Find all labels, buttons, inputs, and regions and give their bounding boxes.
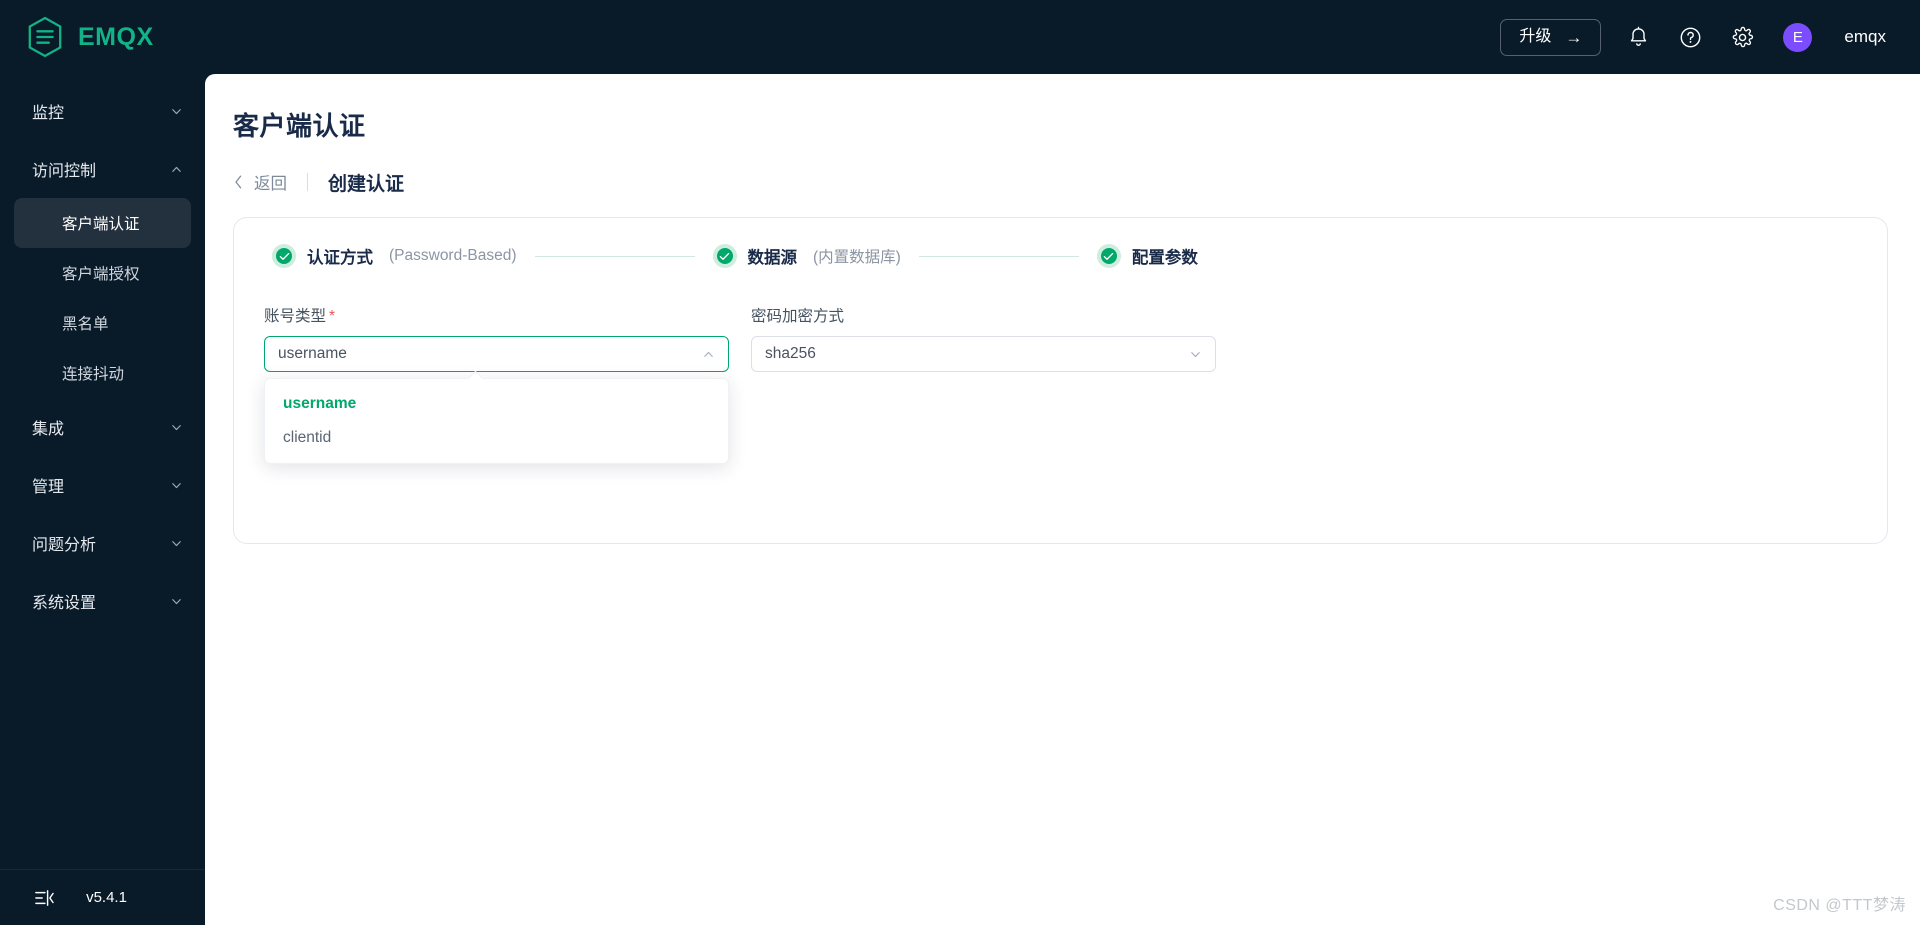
password-hash-select[interactable]: sha256 bbox=[751, 336, 1216, 372]
step-done-icon bbox=[272, 244, 296, 268]
check-icon bbox=[279, 252, 289, 260]
chevron-up-icon bbox=[172, 166, 181, 172]
sidebar-group-integration-label: 集成 bbox=[32, 421, 65, 438]
sidebar-group-system-settings-label: 系统设置 bbox=[32, 595, 97, 612]
chevron-down-icon bbox=[172, 424, 181, 430]
sidebar-item-client-authorization[interactable]: 客户端授权 bbox=[14, 248, 191, 298]
sidebar-group-management-label: 管理 bbox=[32, 479, 65, 496]
sidebar-group-management[interactable]: 管理 bbox=[0, 456, 205, 514]
account-type-dropdown[interactable]: username clientid bbox=[264, 370, 729, 464]
sidebar-group-monitor[interactable]: 监控 bbox=[0, 82, 205, 140]
password-hash-label: 密码加密方式 bbox=[751, 308, 845, 325]
upgrade-button-label: 升级 bbox=[1519, 28, 1552, 45]
breadcrumb: 返回 创建认证 bbox=[233, 169, 1888, 195]
top-bar: EMQX 升级 → E emqx bbox=[0, 0, 1920, 74]
step-connector bbox=[534, 255, 695, 257]
dropdown-option-username[interactable]: username bbox=[265, 387, 728, 421]
account-type-label-text: 账号类型 bbox=[264, 308, 327, 325]
sidebar-group-diagnostics-label: 问题分析 bbox=[32, 537, 97, 554]
step-label: 数据源 bbox=[747, 249, 798, 267]
upgrade-button[interactable]: 升级 → bbox=[1500, 18, 1602, 56]
brand[interactable]: EMQX bbox=[26, 16, 251, 58]
sidebar-item-label: 黑名单 bbox=[62, 316, 109, 333]
arrow-right-icon: → bbox=[1565, 27, 1583, 47]
back-button[interactable]: 返回 bbox=[233, 170, 287, 194]
main-content: 客户端认证 返回 创建认证 认证方式 (Password-Based) 数据源 … bbox=[205, 74, 1920, 925]
body: 监控 访问控制 客户端认证 客户端授权 黑名单 连接抖动 集成 管理 问题分析 … bbox=[0, 74, 1920, 925]
sidebar-group-diagnostics[interactable]: 问题分析 bbox=[0, 514, 205, 572]
user-name[interactable]: emqx bbox=[1844, 27, 1886, 47]
dropdown-option-clientid[interactable]: clientid bbox=[265, 421, 728, 455]
step-sublabel: (Password-Based) bbox=[389, 247, 517, 264]
back-label: 返回 bbox=[254, 175, 287, 193]
account-type-label: 账号类型 * bbox=[264, 304, 729, 326]
page-title: 客户端认证 bbox=[233, 111, 366, 141]
version-label: v5.4.1 bbox=[86, 889, 127, 906]
step-auth-method[interactable]: 认证方式 (Password-Based) bbox=[272, 244, 517, 268]
sidebar-group-monitor-label: 监控 bbox=[32, 105, 65, 122]
sidebar-group-access-control-label: 访问控制 bbox=[32, 163, 97, 180]
field-account-type: 账号类型 * username username clientid bbox=[264, 304, 729, 464]
notifications-button[interactable] bbox=[1623, 22, 1653, 52]
sidebar-nav: 监控 访问控制 客户端认证 客户端授权 黑名单 连接抖动 集成 管理 问题分析 … bbox=[0, 74, 205, 869]
chevron-left-icon bbox=[235, 175, 242, 189]
avatar[interactable]: E bbox=[1783, 22, 1813, 52]
breadcrumb-current: 创建认证 bbox=[328, 173, 405, 195]
settings-button[interactable] bbox=[1727, 22, 1757, 52]
step-done-icon bbox=[1096, 244, 1121, 268]
bell-icon bbox=[1630, 26, 1647, 46]
breadcrumb-divider bbox=[307, 173, 308, 191]
sidebar-group-integration[interactable]: 集成 bbox=[0, 398, 205, 456]
sidebar-item-label: 连接抖动 bbox=[62, 366, 125, 383]
step-connector bbox=[918, 255, 1079, 257]
brand-name: EMQX bbox=[78, 22, 154, 51]
chevron-down-icon bbox=[1191, 351, 1200, 357]
topbar-actions: 升级 → E emqx bbox=[1500, 18, 1886, 56]
create-auth-card: 认证方式 (Password-Based) 数据源 (内置数据库) 配置参数 账… bbox=[233, 217, 1888, 544]
watermark: CSDN @TTT梦涛 bbox=[1773, 897, 1906, 914]
sidebar-group-access-control[interactable]: 访问控制 bbox=[0, 140, 205, 198]
dropdown-option-label: username bbox=[283, 395, 357, 412]
emqx-hexagon-logo-icon bbox=[28, 16, 62, 58]
field-password-hash: 密码加密方式 sha256 bbox=[751, 304, 1216, 372]
help-button[interactable] bbox=[1675, 22, 1705, 52]
chevron-down-icon bbox=[172, 540, 181, 546]
step-data-source[interactable]: 数据源 (内置数据库) bbox=[712, 244, 901, 268]
question-circle-icon bbox=[1680, 27, 1701, 47]
required-asterisk: * bbox=[329, 308, 336, 325]
form-row: 账号类型 * username username clientid 密码加密方式… bbox=[264, 304, 1857, 464]
sidebar: 监控 访问控制 客户端认证 客户端授权 黑名单 连接抖动 集成 管理 问题分析 … bbox=[0, 74, 205, 925]
step-configure-params[interactable]: 配置参数 bbox=[1096, 244, 1214, 268]
account-type-value: username bbox=[278, 345, 347, 362]
sidebar-item-client-authentication[interactable]: 客户端认证 bbox=[14, 198, 191, 248]
emqx-dashboard: EMQX 升级 → E emqx 监控 访问控制 客户端认证 客户端授权 黑名单… bbox=[0, 0, 1920, 925]
dropdown-arrow-icon bbox=[467, 370, 484, 387]
step-sublabel: (内置数据库) bbox=[813, 249, 901, 266]
step-indicator: 认证方式 (Password-Based) 数据源 (内置数据库) 配置参数 bbox=[264, 244, 1857, 268]
chevron-up-icon bbox=[704, 351, 713, 357]
collapse-sidebar-icon[interactable] bbox=[34, 889, 54, 907]
sidebar-item-label: 客户端授权 bbox=[62, 266, 140, 283]
dropdown-option-label: clientid bbox=[283, 429, 332, 446]
step-label: 认证方式 bbox=[307, 249, 373, 267]
sidebar-item-blacklist[interactable]: 黑名单 bbox=[14, 298, 191, 348]
account-type-select[interactable]: username bbox=[264, 336, 729, 372]
check-icon bbox=[1104, 252, 1114, 260]
chevron-down-icon bbox=[172, 108, 181, 114]
sidebar-footer: v5.4.1 bbox=[0, 869, 205, 925]
sidebar-group-system-settings[interactable]: 系统设置 bbox=[0, 572, 205, 630]
check-icon bbox=[719, 252, 730, 260]
step-label: 配置参数 bbox=[1131, 249, 1198, 267]
chevron-down-icon bbox=[172, 482, 181, 488]
chevron-down-icon bbox=[172, 598, 181, 604]
password-hash-value: sha256 bbox=[765, 345, 816, 362]
sidebar-item-label: 客户端认证 bbox=[62, 216, 140, 233]
sidebar-item-flapping-detect[interactable]: 连接抖动 bbox=[14, 348, 191, 398]
gear-icon bbox=[1732, 26, 1753, 47]
step-done-icon bbox=[712, 244, 737, 268]
